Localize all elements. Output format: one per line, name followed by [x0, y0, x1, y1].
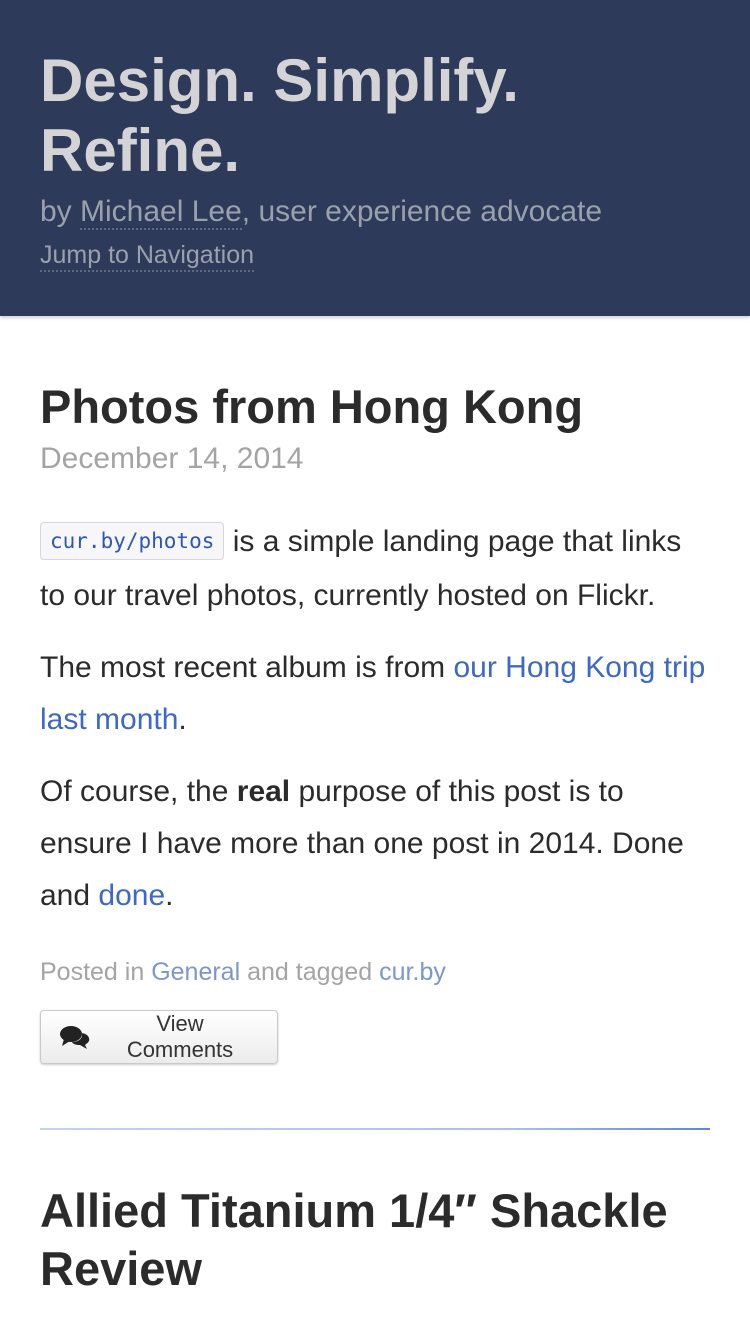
site-header: Design. Simplify. Refine. by Michael Lee…	[0, 0, 750, 316]
paragraph-3-suffix: .	[165, 879, 174, 912]
tagline: by Michael Lee, user experience advocate	[40, 192, 710, 232]
post-divider	[40, 1128, 710, 1130]
site-title: Design. Simplify. Refine.	[40, 47, 519, 184]
done-link[interactable]: done	[98, 879, 165, 912]
next-post-title[interactable]: Allied Titanium 1/4″ Shackle Review	[40, 1182, 710, 1298]
paragraph-2-suffix: .	[178, 703, 187, 736]
tag-link[interactable]: cur.by	[379, 958, 446, 986]
photos-url-code: cur.by/photos	[40, 522, 225, 560]
post-paragraph-3: Of course, the real purpose of this post…	[40, 766, 710, 922]
post-date: December 14, 2014	[40, 442, 304, 475]
meta-posted-in: Posted in	[40, 958, 152, 986]
paragraph-3-bold: real	[236, 775, 291, 808]
post-meta: Posted in General and tagged cur.by	[40, 956, 710, 988]
author-link[interactable]: Michael Lee	[80, 195, 242, 230]
next-post: Allied Titanium 1/4″ Shackle Review	[40, 1182, 710, 1298]
paragraph-2-prefix: The most recent album is from	[40, 651, 454, 684]
comments-icon	[59, 1024, 91, 1050]
tagline-suffix: , user experience advocate	[241, 195, 603, 228]
tagline-prefix: by	[40, 195, 81, 228]
post-title[interactable]: Photos from Hong Kong	[40, 378, 710, 436]
post: Photos from Hong Kong December 14, 2014 …	[40, 378, 710, 1064]
paragraph-3-prefix: Of course, the	[40, 775, 237, 808]
post-paragraph-1: cur.by/photos is a simple landing page t…	[40, 516, 710, 622]
meta-tagged: and tagged	[240, 958, 380, 986]
view-comments-button[interactable]: View Comments	[40, 1010, 278, 1064]
post-paragraph-2: The most recent album is from our Hong K…	[40, 642, 710, 746]
post-body: cur.by/photos is a simple landing page t…	[40, 516, 710, 922]
main-content: Photos from Hong Kong December 14, 2014 …	[0, 316, 750, 1298]
category-link[interactable]: General	[151, 958, 240, 986]
jump-to-navigation-link[interactable]: Jump to Navigation	[40, 240, 255, 272]
view-comments-label: View Comments	[126, 1011, 234, 1062]
